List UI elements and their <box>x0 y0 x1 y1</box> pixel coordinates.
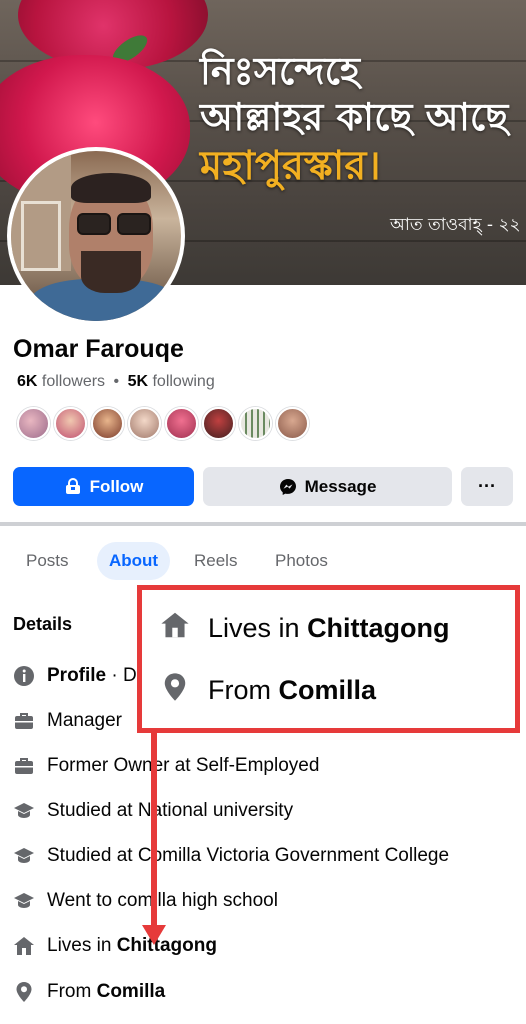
following-count: 5K <box>127 373 149 390</box>
briefcase-icon <box>13 755 35 777</box>
stats-separator: • <box>113 373 120 390</box>
detail-studied-victoria: Studied at Comilla Victoria Government C… <box>13 844 449 868</box>
callout-from: From Comilla <box>160 672 376 709</box>
callout-arrow-head <box>142 925 166 945</box>
more-icon: ··· <box>478 476 496 496</box>
friend-avatar[interactable] <box>239 407 272 440</box>
lives-place[interactable]: Chittagong <box>117 935 217 956</box>
callout-lives-in: Lives in Chittagong <box>160 610 450 647</box>
followers-label: followers <box>41 373 106 390</box>
callout-arrow-line <box>151 733 157 933</box>
lives-prefix: Lives in <box>47 935 112 956</box>
avatar-photo <box>11 151 181 321</box>
friend-avatar[interactable] <box>202 407 235 440</box>
follow-button[interactable]: Follow <box>13 467 194 506</box>
friend-avatar[interactable] <box>54 407 87 440</box>
more-options-button[interactable]: ··· <box>461 467 513 506</box>
former-owner-text: Former Owner at Self-Employed <box>47 755 320 776</box>
messenger-icon <box>279 478 296 495</box>
graduation-cap-icon <box>13 845 35 867</box>
detail-former-owner: Former Owner at Self-Employed <box>13 754 319 778</box>
from-place[interactable]: Comilla <box>97 981 166 1002</box>
following-label: following <box>152 373 215 390</box>
profile-avatar[interactable] <box>7 147 185 325</box>
callout-lives-prefix: Lives in <box>208 613 300 643</box>
message-label: Message <box>304 476 377 496</box>
detail-lives-in: Lives in Chittagong <box>13 934 217 958</box>
highlight-callout: Lives in Chittagong From Comilla <box>137 585 520 733</box>
friend-avatar[interactable] <box>91 407 124 440</box>
avatar-hair <box>71 173 151 203</box>
callout-lives-place: Chittagong <box>307 613 450 643</box>
follow-label: Follow <box>89 476 144 496</box>
briefcase-icon <box>13 710 35 732</box>
tab-reels[interactable]: Reels <box>182 542 249 580</box>
profile-name: Omar Farouqe <box>13 335 184 363</box>
detail-went-to: Went to comilla high school <box>13 889 278 913</box>
friend-avatar[interactable] <box>276 407 309 440</box>
detail-from: From Comilla <box>13 980 165 1004</box>
location-pin-icon <box>160 672 190 709</box>
profile-suffix: · D <box>111 665 137 686</box>
home-icon <box>13 935 35 957</box>
callout-from-place: Comilla <box>278 675 377 705</box>
home-icon <box>160 610 190 647</box>
follow-icon <box>65 477 80 494</box>
friend-avatar[interactable] <box>165 407 198 440</box>
profile-prefix: Profile <box>47 665 107 686</box>
avatar-sunglasses <box>73 213 153 235</box>
tab-posts[interactable]: Posts <box>14 542 81 580</box>
detail-profile: Profile · D <box>13 664 137 688</box>
studied-victoria-text: Studied at Comilla Victoria Government C… <box>47 845 450 866</box>
went-to-text: Went to comilla high school <box>47 890 278 911</box>
manager-text: Manager <box>47 710 122 731</box>
avatar-bg-window <box>21 201 61 271</box>
tab-photos[interactable]: Photos <box>263 542 340 580</box>
cover-text-line3: মহাপুরস্কার। <box>200 143 381 189</box>
cover-reference: আত তাওবাহ্ - ২২ <box>390 215 521 235</box>
friend-avatar[interactable] <box>17 407 50 440</box>
graduation-cap-icon <box>13 890 35 912</box>
detail-manager: Manager <box>13 709 122 733</box>
callout-from-prefix: From <box>208 675 271 705</box>
details-title: Details <box>13 614 73 634</box>
section-divider <box>0 522 526 526</box>
studied-national-text: Studied at National university <box>47 800 294 821</box>
friend-avatar[interactable] <box>128 407 161 440</box>
info-icon <box>13 665 35 687</box>
graduation-cap-icon <box>13 800 35 822</box>
followers-count: 6K <box>17 373 38 390</box>
follow-stats[interactable]: 6K followers • 5K following <box>17 373 215 391</box>
message-button[interactable]: Message <box>203 467 452 506</box>
tab-about[interactable]: About <box>97 542 171 580</box>
avatar-beard <box>81 251 141 293</box>
from-prefix: From <box>47 981 92 1002</box>
mutual-friends-avatars[interactable] <box>17 407 309 440</box>
location-pin-icon <box>13 981 35 1003</box>
